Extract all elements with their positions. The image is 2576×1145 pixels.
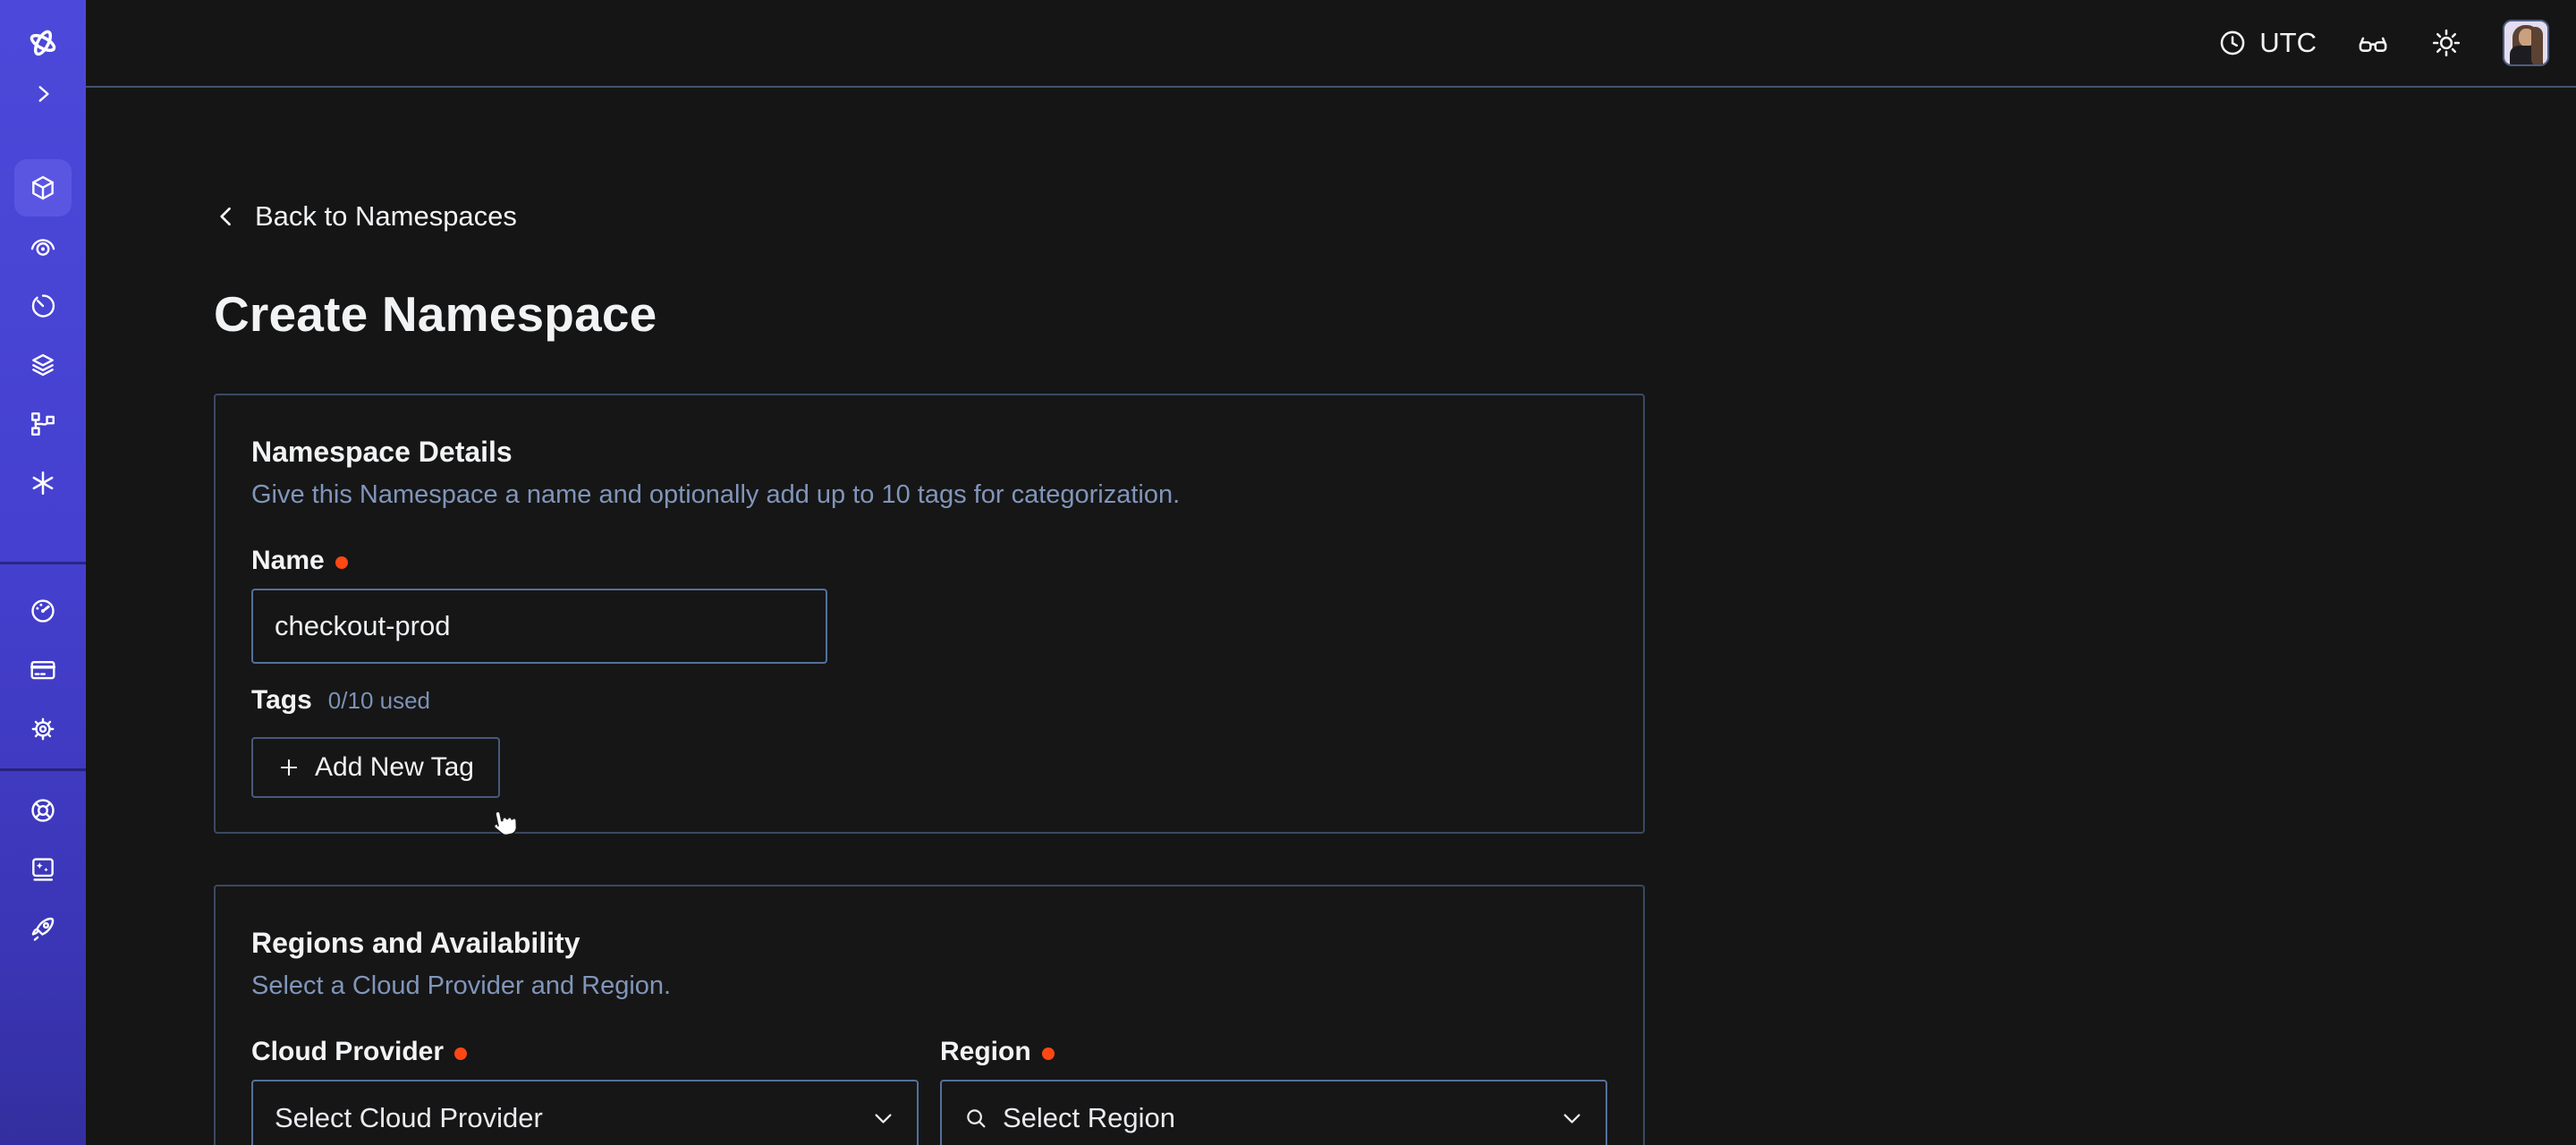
sidebar-item-schedules[interactable] [14,277,72,335]
add-new-tag-button[interactable]: Add New Tag [251,737,500,798]
history-clock-icon [29,292,57,320]
back-to-namespaces-link[interactable]: Back to Namespaces [214,200,517,233]
sidebar [0,0,86,1145]
sidebar-nav-help [14,782,72,957]
sidebar-item-docs[interactable] [14,841,72,898]
card-title: Namespace Details [251,435,1607,469]
credit-card-icon [29,656,57,684]
card-title: Regions and Availability [251,926,1607,960]
reader-mode-button[interactable] [2356,26,2390,60]
sun-icon [2430,27,2462,59]
sidebar-item-usage[interactable] [14,582,72,640]
asterisk-icon [29,469,57,497]
region-select[interactable]: Select Region [940,1080,1607,1145]
sidebar-nav-primary [14,159,72,512]
required-indicator-dot [335,556,348,569]
back-link-label: Back to Namespaces [255,200,517,233]
sidebar-item-billing[interactable] [14,641,72,699]
theme-toggle-button[interactable] [2429,26,2463,60]
timezone-button[interactable]: UTC [2217,27,2317,59]
regions-availability-card: Regions and Availability Select a Cloud … [214,885,1645,1145]
plus-icon [277,756,301,779]
sidebar-item-integrations[interactable] [14,454,72,512]
cloud-provider-placeholder: Select Cloud Provider [275,1102,857,1134]
card-description: Select a Cloud Provider and Region. [251,971,1607,1001]
avatar-hair-front [2531,27,2543,66]
region-placeholder: Select Region [1003,1102,1546,1134]
name-label-row: Name [251,546,1607,576]
reader-glasses-icon [2357,27,2389,59]
book-sparkles-icon [29,855,57,884]
main-content: Back to Namespaces Create Namespace Name… [86,88,2576,1145]
region-field: Region Select Region [940,1037,1607,1145]
sidebar-item-namespaces[interactable] [14,159,72,216]
lifebuoy-icon [29,796,57,825]
clock-icon [2217,28,2248,58]
tags-usage-counter: 0/10 used [328,687,430,715]
search-icon [963,1106,988,1131]
chevron-left-icon [214,204,239,229]
chevron-down-icon [1560,1107,1584,1131]
sidebar-divider [0,562,86,564]
cloud-provider-select[interactable]: Select Cloud Provider [251,1080,919,1145]
sidebar-divider [0,768,86,771]
topbar: UTC [86,0,2576,88]
user-avatar[interactable] [2503,20,2549,66]
chevron-right-icon [31,82,55,106]
cube-icon [29,174,57,202]
required-indicator-dot [1042,1047,1055,1060]
name-label: Name [251,546,325,576]
temporal-logo-icon [25,25,61,61]
gauge-icon [29,597,57,625]
sidebar-item-deployments[interactable] [14,395,72,453]
temporal-logo[interactable] [23,23,63,63]
card-description: Give this Namespace a name and optionall… [251,479,1607,510]
sidebar-expand-button[interactable] [31,82,55,106]
workflow-graph-icon [29,410,57,438]
region-label-row: Region [940,1037,1607,1067]
timezone-label: UTC [2259,27,2317,59]
cloud-provider-field: Cloud Provider Select Cloud Provider [251,1037,919,1145]
tags-label-row: Tags 0/10 used [251,685,1607,716]
cloud-provider-label-row: Cloud Provider [251,1037,919,1067]
eye-rings-icon [29,233,57,261]
rocket-icon [29,914,57,943]
page-title: Create Namespace [214,285,2576,343]
sidebar-item-getting-started[interactable] [14,900,72,957]
tags-label: Tags [251,685,312,716]
layers-icon [29,351,57,379]
sidebar-item-observability[interactable] [14,218,72,276]
chevron-down-icon [871,1107,895,1131]
cloud-provider-label: Cloud Provider [251,1037,444,1067]
provider-region-grid: Cloud Provider Select Cloud Provider Reg… [251,1037,1607,1145]
region-label: Region [940,1037,1031,1067]
sidebar-nav-account [14,582,72,758]
gear-icon [29,715,57,743]
namespace-name-input[interactable] [251,589,827,664]
sidebar-item-support[interactable] [14,782,72,839]
namespace-details-card: Namespace Details Give this Namespace a … [214,394,1645,834]
required-indicator-dot [454,1047,467,1060]
app-root: UTC [0,0,2576,1145]
sidebar-item-settings[interactable] [14,700,72,758]
add-new-tag-label: Add New Tag [315,752,474,783]
sidebar-item-nexus[interactable] [14,336,72,394]
